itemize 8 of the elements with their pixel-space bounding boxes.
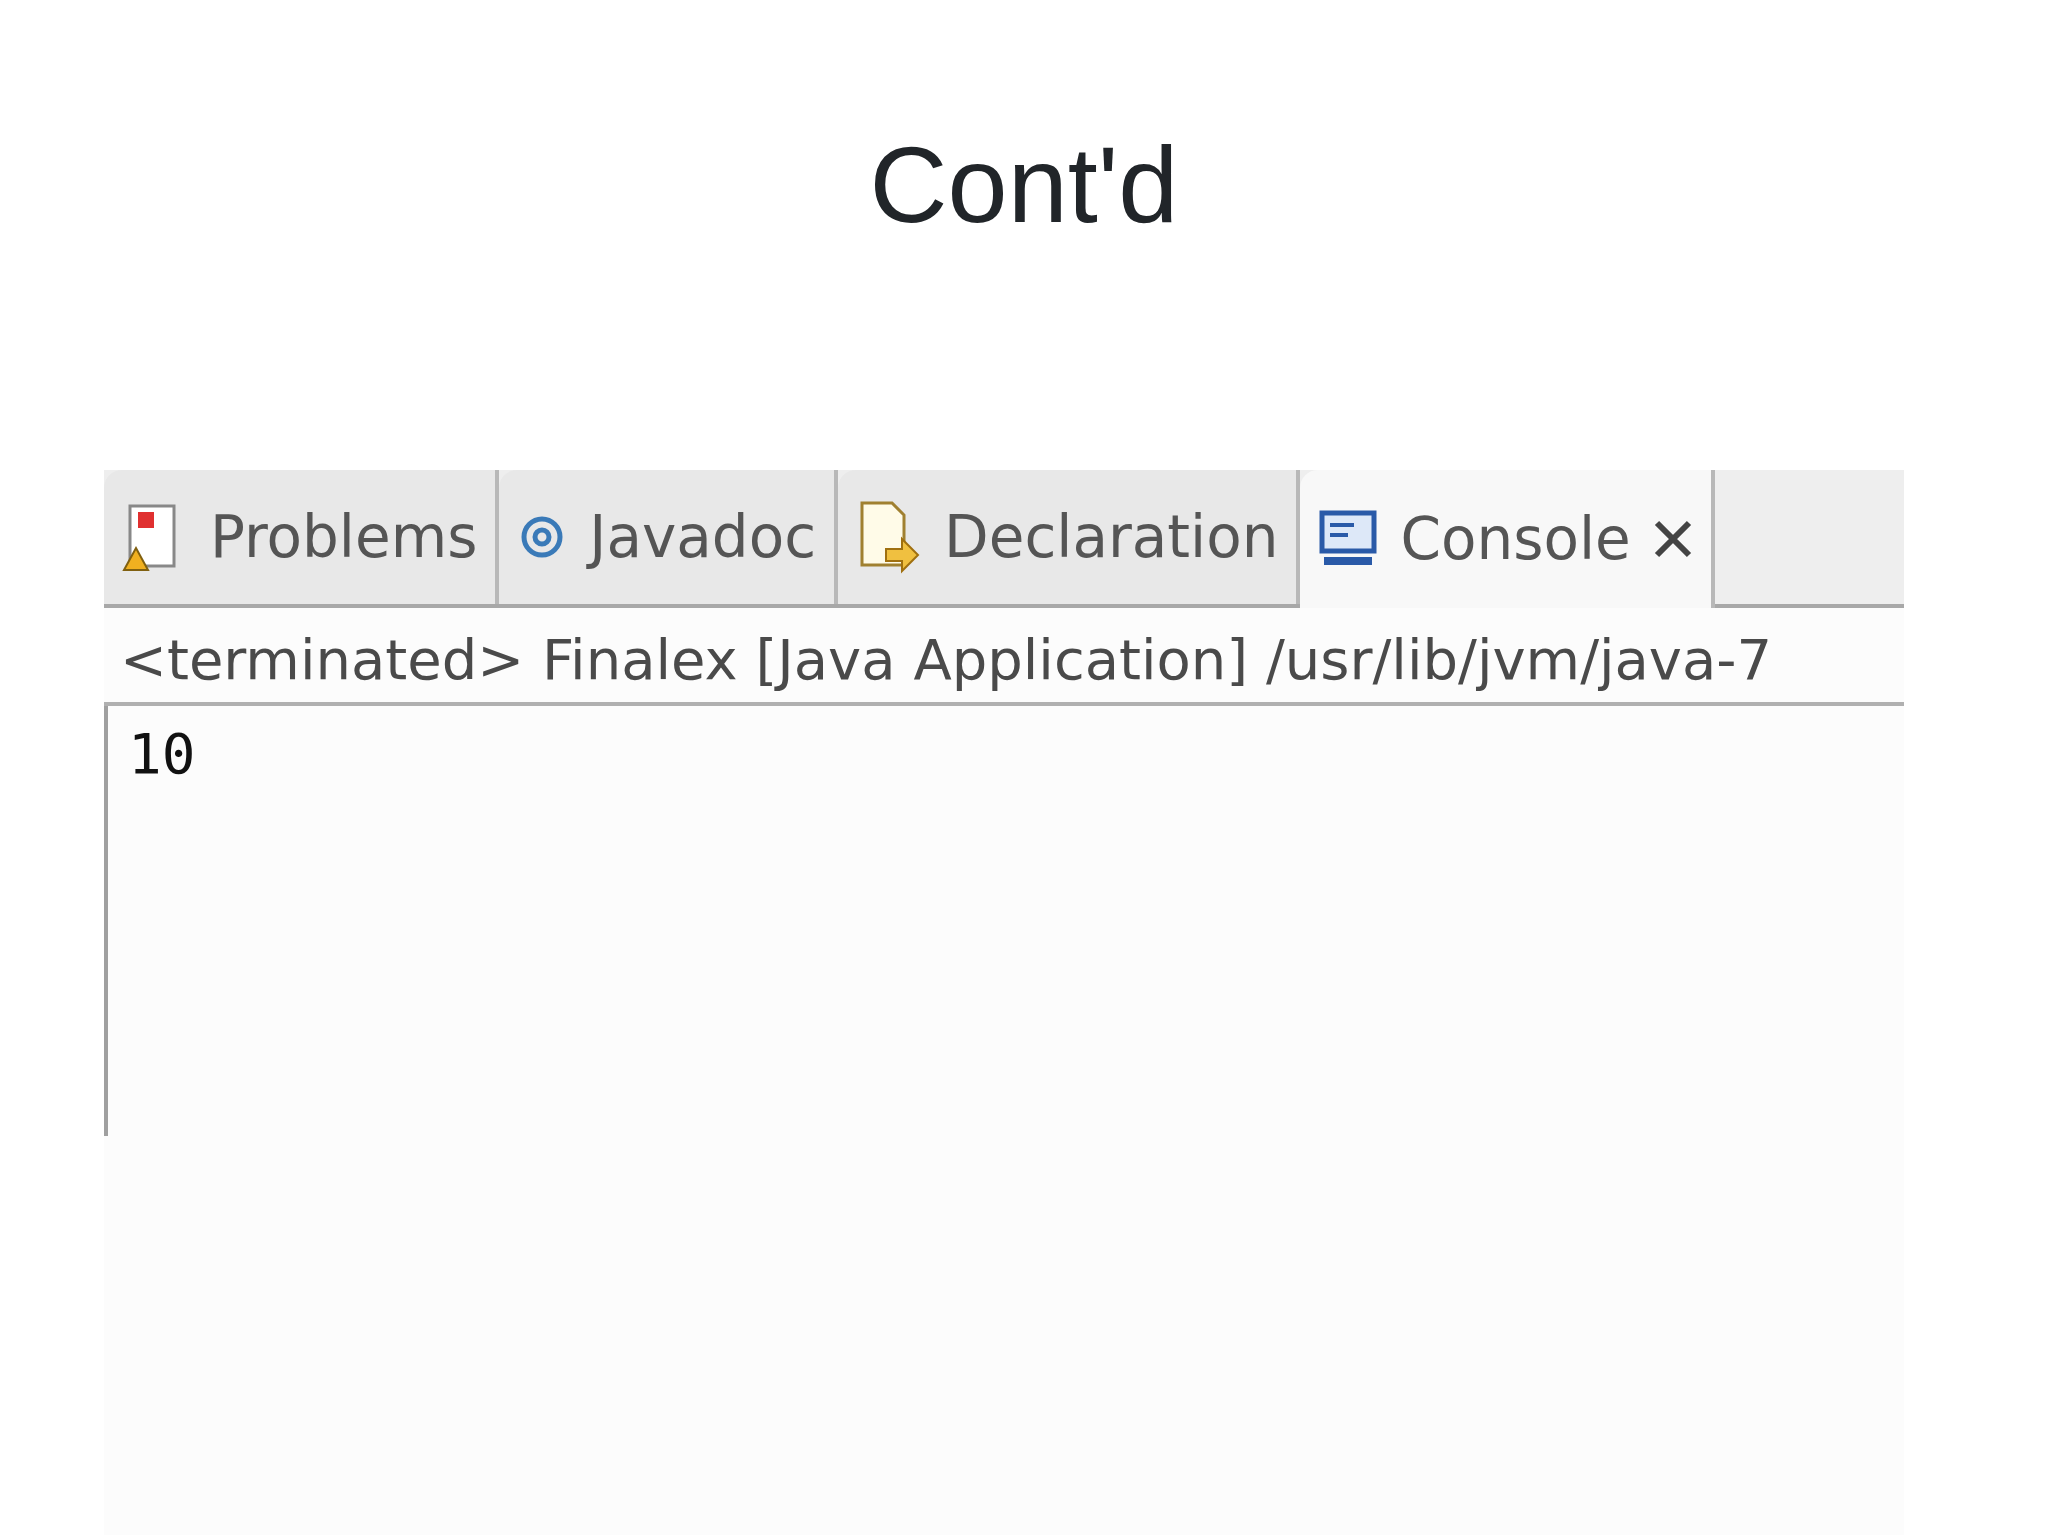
tab[interactable]: Javadoc <box>499 470 839 604</box>
tab[interactable]: Declaration <box>838 470 1301 604</box>
slide-title: Cont'd <box>868 123 1180 247</box>
tab[interactable]: Console <box>1300 470 1715 608</box>
close-icon[interactable] <box>1652 519 1693 559</box>
console-output: 10 <box>128 721 196 786</box>
console-header: <terminated> Finalex [Java Application] /usr/lib/jvm/java-7 <box>104 608 1904 706</box>
tab[interactable]: Problems <box>104 470 500 604</box>
